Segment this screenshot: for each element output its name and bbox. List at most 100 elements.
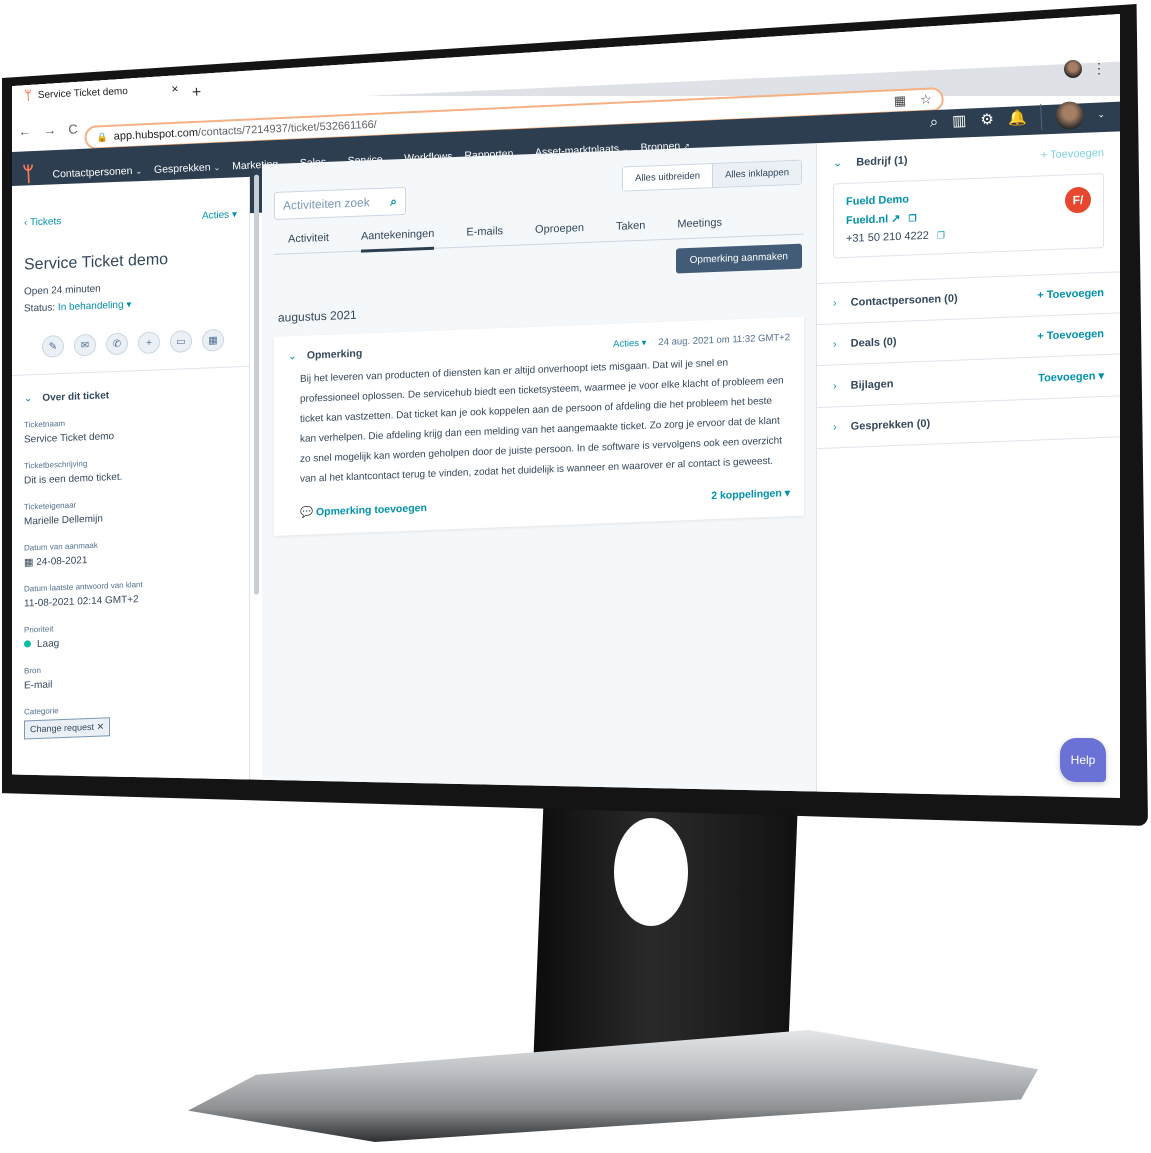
collapse-all-button[interactable]: Alles inklappen <box>712 160 801 188</box>
associations-dropdown[interactable]: 2 koppelingen ▾ <box>711 487 790 503</box>
expand-collapse-toggle: Alles uitbreiden Alles inklappen <box>622 159 802 192</box>
task-icon[interactable]: ▭ <box>170 330 192 353</box>
tab-taken[interactable]: Taken <box>616 220 645 233</box>
tab-meetings[interactable]: Meetings <box>677 217 722 231</box>
bookmark-star-icon[interactable]: ☆ <box>920 92 932 109</box>
note-icon[interactable]: ✎ <box>42 335 64 358</box>
sidebar-scrollbar[interactable] <box>254 174 259 595</box>
tab-emails[interactable]: E-mails <box>466 225 503 238</box>
add-company-link[interactable]: + Toevoegen <box>1041 147 1104 161</box>
ticket-sidebar: ‹ Tickets Acties ▾ Service Ticket demo O… <box>12 176 250 798</box>
ticket-actions-dropdown[interactable]: Acties ▾ <box>202 209 237 221</box>
copy-icon[interactable]: ❐ <box>908 213 916 223</box>
screen: ▾ ᛘ Service Ticket demo × + ← → C 🔒 app.… <box>12 14 1120 798</box>
hubspot-favicon-icon: ᛘ <box>24 88 33 103</box>
note-title[interactable]: Opmerking <box>307 348 362 362</box>
monitor-mockup: ▾ ᛘ Service Ticket demo × + ← → C 🔒 app.… <box>0 0 1151 1153</box>
note-timestamp: 24 aug. 2021 om 11:32 GMT+2 <box>658 331 790 348</box>
associations-sidebar: ⌄ Bedrijf (1) + Toevoegen Fueld Demo Fue… <box>817 131 1120 798</box>
forward-icon[interactable]: → <box>43 122 57 138</box>
tab-oproepen[interactable]: Oproepen <box>535 222 584 236</box>
divider <box>12 365 249 376</box>
create-note-button[interactable]: Opmerking aanmaken <box>675 243 802 274</box>
note-actions-dropdown[interactable]: Acties ▾ <box>613 337 646 349</box>
activity-timeline: Activiteiten zoek ⌕ Alles uitbreiden All… <box>262 143 817 798</box>
account-chevron-icon[interactable]: ⌄ <box>1097 108 1105 119</box>
back-to-tickets-link[interactable]: ‹ Tickets <box>24 216 61 228</box>
status-dropdown[interactable]: In behandeling ▾ <box>58 299 131 313</box>
priority-value[interactable]: Laag <box>24 631 237 650</box>
company-website-link[interactable]: Fueld.nl ↗ ❐ <box>846 205 1091 227</box>
ticket-title: Service Ticket demo <box>24 251 169 274</box>
browser-menu-icon[interactable]: ⋮ <box>1092 60 1106 77</box>
ticket-action-icons: ✎ ✉ ✆ + ▭ ▦ <box>42 328 237 358</box>
add-deal-link[interactable]: + Toevoegen <box>1037 328 1104 343</box>
activity-search-input[interactable]: Activiteiten zoek ⌕ <box>274 186 406 220</box>
note-body: Bij het leveren van producten of dienste… <box>300 357 784 485</box>
url-host: app.hubspot.com <box>113 126 199 143</box>
call-icon[interactable]: ✆ <box>106 332 128 356</box>
add-icon[interactable]: + <box>138 331 160 355</box>
field-create-date: Datum van aanmaak ▦ 24-08-2021 <box>24 535 237 569</box>
lock-icon: 🔒 <box>96 131 108 142</box>
field-ticket-owner: Ticketeigenaar Marielle Dellemijn <box>24 494 237 528</box>
add-comment-link[interactable]: 💬 Opmerking toevoegen <box>300 501 427 519</box>
external-link-icon: ↗ <box>891 212 901 226</box>
back-icon[interactable]: ← <box>18 123 32 139</box>
last-reply-value[interactable]: 11-08-2021 02:14 GMT+2 <box>24 590 237 609</box>
search-icon[interactable]: ⌕ <box>929 113 938 130</box>
chevron-right-icon: › <box>833 297 837 310</box>
record-page: ‹ Tickets Acties ▾ Service Ticket demo O… <box>12 131 1120 798</box>
close-tab-icon[interactable]: × <box>171 82 179 96</box>
add-contact-link[interactable]: + Toevoegen <box>1037 287 1104 302</box>
chevron-down-icon: ⌄ <box>833 157 843 170</box>
create-date-value[interactable]: ▦ 24-08-2021 <box>24 549 237 568</box>
browser-nav: ← → C <box>18 121 78 139</box>
ticket-description-value[interactable]: Dit is een demo ticket. <box>24 467 237 487</box>
company-phone: +31 50 210 4222 ❐ <box>846 229 945 245</box>
field-last-customer-reply: Datum laatste antwoord van klant 11-08-2… <box>24 576 237 610</box>
chevron-right-icon: › <box>833 421 837 434</box>
comment-icon: 💬 <box>300 506 314 519</box>
chevron-down-icon[interactable]: ⌄ <box>288 350 297 362</box>
ticket-name-value[interactable]: Service Ticket demo <box>24 426 237 445</box>
ticket-owner-value[interactable]: Marielle Dellemijn <box>24 508 237 528</box>
company-card: Fueld Demo Fueld.nl ↗ ❐ +31 50 210 4222 ❐ … <box>833 173 1104 259</box>
tab-activiteit[interactable]: Activiteit <box>288 232 329 246</box>
tab-title: Service Ticket demo <box>37 85 129 101</box>
priority-dot-icon <box>24 640 31 648</box>
user-avatar[interactable] <box>1054 100 1084 131</box>
add-attachment-dropdown[interactable]: Toevoegen ▾ <box>1038 369 1104 385</box>
monitor-stand-base <box>188 1030 1038 1142</box>
copy-icon[interactable]: ❐ <box>937 230 945 240</box>
company-name-link[interactable]: Fueld Demo <box>846 187 1091 208</box>
field-ticket-description: Ticketbeschrijving Dit is een demo ticke… <box>24 453 237 486</box>
field-priority: Prioriteit Laag <box>24 617 237 650</box>
reload-icon[interactable]: C <box>68 121 78 136</box>
search-icon[interactable]: ⌕ <box>390 194 397 209</box>
qr-code-icon[interactable]: ▦ <box>893 93 906 110</box>
calendar-icon: ▦ <box>24 557 34 569</box>
field-source: Bron E-mail <box>24 658 237 692</box>
about-ticket-toggle[interactable]: ⌄ Over dit ticket <box>24 385 237 404</box>
email-icon[interactable]: ✉ <box>74 333 96 357</box>
chevron-down-icon: ⌄ <box>24 393 33 405</box>
field-category: Categorie Change request ✕ <box>24 699 237 740</box>
chevron-right-icon: › <box>833 379 837 392</box>
expand-all-button[interactable]: Alles uitbreiden <box>623 164 713 191</box>
remove-tag-icon[interactable]: ✕ <box>97 721 105 731</box>
meeting-icon[interactable]: ▦ <box>202 328 224 352</box>
open-duration: Open 24 minuten <box>24 283 101 298</box>
marketplace-icon[interactable]: ▥ <box>952 111 967 130</box>
note-card: ⌄ Opmerking Acties ▾ 24 aug. 2021 om 11:… <box>274 316 804 536</box>
browser-profile-avatar[interactable] <box>1064 60 1082 78</box>
category-tag[interactable]: Change request ✕ <box>24 717 111 740</box>
help-button[interactable]: Help <box>1060 738 1106 782</box>
nav-divider <box>1039 103 1042 130</box>
source-value[interactable]: E-mail <box>24 672 237 691</box>
settings-gear-icon[interactable]: ⚙ <box>980 110 994 129</box>
tab-aantekeningen[interactable]: Aantekeningen <box>360 227 435 253</box>
notifications-bell-icon[interactable]: 🔔 <box>1007 109 1026 128</box>
ticket-status: Status: In behandeling ▾ <box>24 299 132 315</box>
new-tab-button[interactable]: + <box>192 84 202 102</box>
